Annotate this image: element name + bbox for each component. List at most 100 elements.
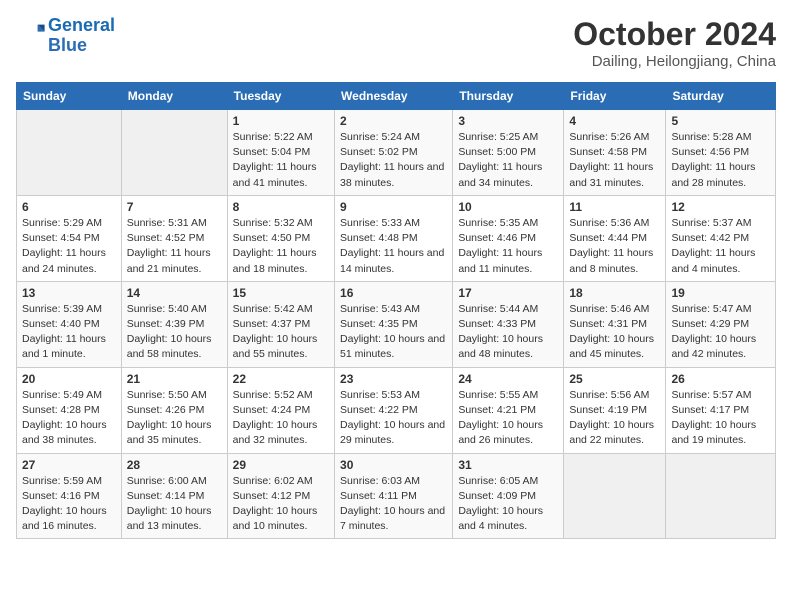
calendar-cell: 27 Sunrise: 5:59 AM Sunset: 4:16 PM Dayli… bbox=[17, 453, 122, 539]
calendar-cell: 11 Sunrise: 5:36 AM Sunset: 4:44 PM Dayli… bbox=[564, 195, 666, 281]
day-number: 5 bbox=[671, 114, 770, 128]
day-info: Sunrise: 5:37 AM Sunset: 4:42 PM Dayligh… bbox=[671, 216, 770, 277]
calendar-cell: 7Sunrise: 5:31 AM Sunset: 4:52 PM Daylig… bbox=[121, 195, 227, 281]
day-info: Sunrise: 5:49 AM Sunset: 4:28 PM Dayligh… bbox=[22, 388, 116, 449]
calendar-cell: 30 Sunrise: 6:03 AM Sunset: 4:11 PM Dayli… bbox=[335, 453, 453, 539]
day-info: Sunrise: 5:46 AM Sunset: 4:31 PM Dayligh… bbox=[569, 302, 660, 363]
calendar-cell: 28 Sunrise: 6:00 AM Sunset: 4:14 PM Dayli… bbox=[121, 453, 227, 539]
day-number: 2 bbox=[340, 114, 447, 128]
calendar-cell: 26 Sunrise: 5:57 AM Sunset: 4:17 PM Dayli… bbox=[666, 367, 776, 453]
day-info: Sunrise: 6:03 AM Sunset: 4:11 PM Dayligh… bbox=[340, 474, 447, 535]
calendar-table: SundayMondayTuesdayWednesdayThursdayFrid… bbox=[16, 82, 776, 539]
page-header: General Blue October 2024 Dailing, Heilo… bbox=[16, 16, 776, 70]
calendar-header-row: SundayMondayTuesdayWednesdayThursdayFrid… bbox=[17, 83, 776, 110]
calendar-cell: 17Sunrise: 5:44 AM Sunset: 4:33 PM Dayli… bbox=[453, 281, 564, 367]
day-info: Sunrise: 5:57 AM Sunset: 4:17 PM Dayligh… bbox=[671, 388, 770, 449]
calendar-cell: 13 Sunrise: 5:39 AM Sunset: 4:40 PM Dayli… bbox=[17, 281, 122, 367]
day-info: Sunrise: 5:40 AM Sunset: 4:39 PM Dayligh… bbox=[127, 302, 222, 363]
day-info: Sunrise: 6:05 AM Sunset: 4:09 PM Dayligh… bbox=[458, 474, 558, 535]
day-number: 6 bbox=[22, 200, 116, 214]
calendar-cell: 4Sunrise: 5:26 AM Sunset: 4:58 PM Daylig… bbox=[564, 110, 666, 196]
calendar-cell: 2 Sunrise: 5:24 AM Sunset: 5:02 PM Daylig… bbox=[335, 110, 453, 196]
calendar-cell: 3Sunrise: 5:25 AM Sunset: 5:00 PM Daylig… bbox=[453, 110, 564, 196]
day-number: 21 bbox=[127, 372, 222, 386]
calendar-cell bbox=[121, 110, 227, 196]
title-block: October 2024 Dailing, Heilongjiang, Chin… bbox=[573, 16, 776, 70]
day-info: Sunrise: 5:56 AM Sunset: 4:19 PM Dayligh… bbox=[569, 388, 660, 449]
calendar-cell: 31 Sunrise: 6:05 AM Sunset: 4:09 PM Dayli… bbox=[453, 453, 564, 539]
day-number: 10 bbox=[458, 200, 558, 214]
day-number: 31 bbox=[458, 458, 558, 472]
calendar-cell: 1 Sunrise: 5:22 AM Sunset: 5:04 PM Daylig… bbox=[227, 110, 334, 196]
day-info: Sunrise: 5:44 AM Sunset: 4:33 PM Dayligh… bbox=[458, 302, 558, 363]
calendar-week-row: 13 Sunrise: 5:39 AM Sunset: 4:40 PM Dayli… bbox=[17, 281, 776, 367]
day-number: 22 bbox=[233, 372, 329, 386]
day-number: 3 bbox=[458, 114, 558, 128]
day-number: 20 bbox=[22, 372, 116, 386]
day-number: 14 bbox=[127, 286, 222, 300]
day-info: Sunrise: 5:39 AM Sunset: 4:40 PM Dayligh… bbox=[22, 302, 116, 363]
day-info: Sunrise: 5:47 AM Sunset: 4:29 PM Dayligh… bbox=[671, 302, 770, 363]
day-info: Sunrise: 5:43 AM Sunset: 4:35 PM Dayligh… bbox=[340, 302, 447, 363]
calendar-cell: 16Sunrise: 5:43 AM Sunset: 4:35 PM Dayli… bbox=[335, 281, 453, 367]
calendar-cell bbox=[17, 110, 122, 196]
day-number: 28 bbox=[127, 458, 222, 472]
day-info: Sunrise: 5:36 AM Sunset: 4:44 PM Dayligh… bbox=[569, 216, 660, 277]
calendar-cell: 5 Sunrise: 5:28 AM Sunset: 4:56 PM Daylig… bbox=[666, 110, 776, 196]
day-number: 9 bbox=[340, 200, 447, 214]
day-info: Sunrise: 5:53 AM Sunset: 4:22 PM Dayligh… bbox=[340, 388, 447, 449]
day-number: 29 bbox=[233, 458, 329, 472]
calendar-cell: 25 Sunrise: 5:56 AM Sunset: 4:19 PM Dayli… bbox=[564, 367, 666, 453]
day-info: Sunrise: 6:00 AM Sunset: 4:14 PM Dayligh… bbox=[127, 474, 222, 535]
logo: General Blue bbox=[16, 16, 115, 56]
calendar-week-row: 20 Sunrise: 5:49 AM Sunset: 4:28 PM Dayli… bbox=[17, 367, 776, 453]
col-header-friday: Friday bbox=[564, 83, 666, 110]
day-number: 8 bbox=[233, 200, 329, 214]
day-number: 12 bbox=[671, 200, 770, 214]
day-number: 27 bbox=[22, 458, 116, 472]
day-info: Sunrise: 5:28 AM Sunset: 4:56 PM Dayligh… bbox=[671, 130, 770, 191]
day-info: Sunrise: 5:59 AM Sunset: 4:16 PM Dayligh… bbox=[22, 474, 116, 535]
day-number: 1 bbox=[233, 114, 329, 128]
calendar-cell: 24Sunrise: 5:55 AM Sunset: 4:21 PM Dayli… bbox=[453, 367, 564, 453]
calendar-cell: 8Sunrise: 5:32 AM Sunset: 4:50 PM Daylig… bbox=[227, 195, 334, 281]
day-info: Sunrise: 5:33 AM Sunset: 4:48 PM Dayligh… bbox=[340, 216, 447, 277]
calendar-cell: 12 Sunrise: 5:37 AM Sunset: 4:42 PM Dayli… bbox=[666, 195, 776, 281]
day-info: Sunrise: 5:35 AM Sunset: 4:46 PM Dayligh… bbox=[458, 216, 558, 277]
col-header-thursday: Thursday bbox=[453, 83, 564, 110]
day-info: Sunrise: 5:24 AM Sunset: 5:02 PM Dayligh… bbox=[340, 130, 447, 191]
day-info: Sunrise: 5:22 AM Sunset: 5:04 PM Dayligh… bbox=[233, 130, 329, 191]
calendar-week-row: 6 Sunrise: 5:29 AM Sunset: 4:54 PM Daylig… bbox=[17, 195, 776, 281]
calendar-cell: 22 Sunrise: 5:52 AM Sunset: 4:24 PM Dayli… bbox=[227, 367, 334, 453]
logo-text: General Blue bbox=[48, 16, 115, 56]
day-number: 19 bbox=[671, 286, 770, 300]
calendar-cell: 15 Sunrise: 5:42 AM Sunset: 4:37 PM Dayli… bbox=[227, 281, 334, 367]
day-number: 25 bbox=[569, 372, 660, 386]
day-info: Sunrise: 6:02 AM Sunset: 4:12 PM Dayligh… bbox=[233, 474, 329, 535]
day-info: Sunrise: 5:31 AM Sunset: 4:52 PM Dayligh… bbox=[127, 216, 222, 277]
calendar-cell bbox=[564, 453, 666, 539]
col-header-tuesday: Tuesday bbox=[227, 83, 334, 110]
day-number: 23 bbox=[340, 372, 447, 386]
calendar-cell: 23 Sunrise: 5:53 AM Sunset: 4:22 PM Dayli… bbox=[335, 367, 453, 453]
calendar-cell: 20 Sunrise: 5:49 AM Sunset: 4:28 PM Dayli… bbox=[17, 367, 122, 453]
day-number: 30 bbox=[340, 458, 447, 472]
calendar-cell bbox=[666, 453, 776, 539]
day-info: Sunrise: 5:52 AM Sunset: 4:24 PM Dayligh… bbox=[233, 388, 329, 449]
day-info: Sunrise: 5:29 AM Sunset: 4:54 PM Dayligh… bbox=[22, 216, 116, 277]
day-number: 13 bbox=[22, 286, 116, 300]
day-info: Sunrise: 5:50 AM Sunset: 4:26 PM Dayligh… bbox=[127, 388, 222, 449]
day-number: 11 bbox=[569, 200, 660, 214]
logo-line1: General bbox=[48, 15, 115, 35]
day-number: 15 bbox=[233, 286, 329, 300]
col-header-sunday: Sunday bbox=[17, 83, 122, 110]
day-number: 24 bbox=[458, 372, 558, 386]
calendar-week-row: 1 Sunrise: 5:22 AM Sunset: 5:04 PM Daylig… bbox=[17, 110, 776, 196]
calendar-cell: 21 Sunrise: 5:50 AM Sunset: 4:26 PM Dayli… bbox=[121, 367, 227, 453]
col-header-monday: Monday bbox=[121, 83, 227, 110]
col-header-wednesday: Wednesday bbox=[335, 83, 453, 110]
col-header-saturday: Saturday bbox=[666, 83, 776, 110]
month-title: October 2024 bbox=[573, 16, 776, 53]
day-number: 26 bbox=[671, 372, 770, 386]
day-info: Sunrise: 5:42 AM Sunset: 4:37 PM Dayligh… bbox=[233, 302, 329, 363]
